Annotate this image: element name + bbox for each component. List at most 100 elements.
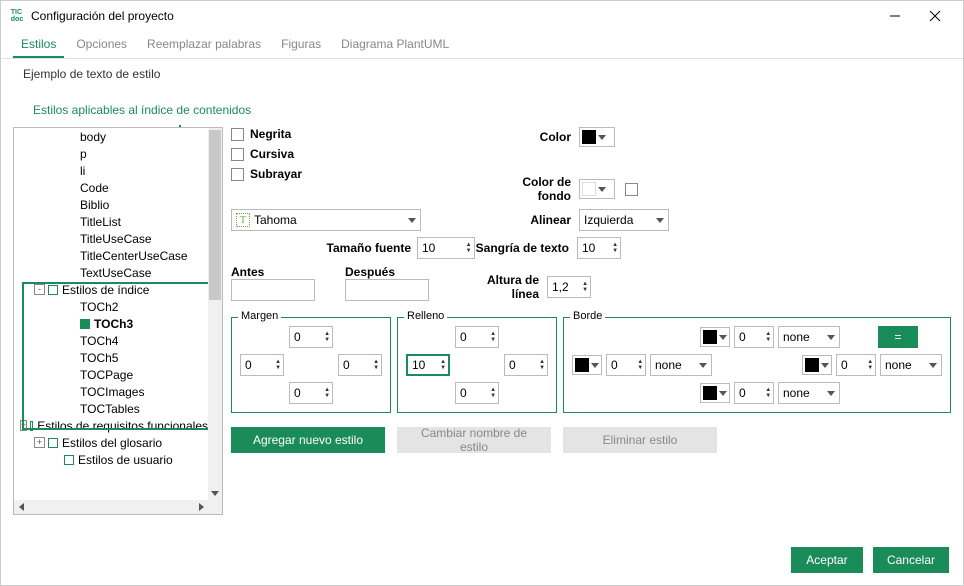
chevron-down-icon: [598, 187, 606, 192]
tab-reemplazar[interactable]: Reemplazar palabras: [139, 31, 269, 58]
border-bottom-color[interactable]: [700, 383, 730, 403]
margin-legend: Margen: [238, 310, 281, 322]
margin-top-spinner[interactable]: ▲▼: [289, 326, 333, 348]
tree-node-label: Biblio: [80, 198, 109, 212]
after-input[interactable]: [345, 279, 429, 301]
tree-row[interactable]: TitleList: [14, 213, 208, 230]
scroll-corner: [208, 500, 222, 514]
tree-row[interactable]: li: [14, 162, 208, 179]
border-equal-button[interactable]: =: [878, 326, 918, 348]
padding-right-spinner[interactable]: ▲▼: [504, 354, 548, 376]
border-bottom-width[interactable]: ▲▼: [734, 382, 774, 404]
tree-row[interactable]: p: [14, 145, 208, 162]
margin-bottom-spinner[interactable]: ▲▼: [289, 382, 333, 404]
tree-node-label: Estilos de requisitos funcionales: [37, 419, 208, 433]
border-fieldset: Borde ▲▼ none = ▲▼: [563, 317, 951, 413]
border-right-width[interactable]: ▲▼: [836, 354, 876, 376]
color-picker[interactable]: [579, 127, 615, 147]
align-value: Izquierda: [584, 213, 633, 227]
tree-row[interactable]: TitleCenterUseCase: [14, 247, 208, 264]
tree-node-label: Estilos del glosario: [62, 436, 162, 450]
cancel-button[interactable]: Cancelar: [873, 547, 949, 573]
border-top-width[interactable]: ▲▼: [734, 326, 774, 348]
scroll-right-icon[interactable]: [194, 500, 208, 514]
style-sample-text: Ejemplo de texto de estilo: [1, 59, 963, 83]
tree-row[interactable]: TitleUseCase: [14, 230, 208, 247]
tree-node-label: li: [80, 164, 85, 178]
tab-opciones[interactable]: Opciones: [68, 31, 135, 58]
border-bottom-style[interactable]: none: [778, 382, 840, 404]
tree-row[interactable]: -Estilos de índice: [14, 281, 208, 298]
padding-fieldset: Relleno ▲▼ ▲▼ ▲▼ ▲▼: [397, 317, 557, 413]
tree-node-icon: [48, 285, 58, 295]
border-right-style[interactable]: none: [880, 354, 942, 376]
margin-left-spinner[interactable]: ▲▼: [240, 354, 284, 376]
bgcolor-enable-checkbox[interactable]: [625, 183, 638, 196]
margin-right-spinner[interactable]: ▲▼: [338, 354, 382, 376]
tree-node-icon: [80, 319, 90, 329]
border-left-width[interactable]: ▲▼: [606, 354, 646, 376]
tree-expander-icon[interactable]: -: [34, 284, 45, 295]
scroll-left-icon[interactable]: [14, 500, 28, 514]
after-label: Después: [345, 265, 429, 279]
tree-row[interactable]: Estilos de usuario: [14, 451, 208, 468]
scrollbar-thumb[interactable]: [209, 130, 221, 300]
lineheight-spinner[interactable]: ▲▼: [547, 276, 591, 298]
tree-row[interactable]: TOCPage: [14, 366, 208, 383]
italic-checkbox[interactable]: [231, 148, 244, 161]
tree-row[interactable]: + Estilos del glosario: [14, 434, 208, 451]
before-label: Antes: [231, 265, 315, 279]
tree-expander-icon[interactable]: +: [20, 420, 27, 431]
tree-row[interactable]: Biblio: [14, 196, 208, 213]
ok-button[interactable]: Aceptar: [791, 547, 863, 573]
fontsize-spinner[interactable]: ▲▼: [417, 237, 475, 259]
font-select[interactable]: T Tahoma: [231, 209, 421, 231]
tab-estilos[interactable]: Estilos: [13, 31, 64, 58]
padding-top-spinner[interactable]: ▲▼: [455, 326, 499, 348]
tabs: Estilos Opciones Reemplazar palabras Fig…: [1, 31, 963, 59]
font-value: Tahoma: [254, 213, 297, 227]
tree-node-label: Estilos de usuario: [78, 453, 173, 467]
tree-node-label: TOCh4: [80, 334, 118, 348]
bold-checkbox[interactable]: [231, 128, 244, 141]
underline-checkbox[interactable]: [231, 168, 244, 181]
minimize-button[interactable]: [875, 1, 915, 31]
tree-row[interactable]: TOCh5: [14, 349, 208, 366]
bgcolor-picker[interactable]: [579, 179, 615, 199]
close-button[interactable]: [915, 1, 955, 31]
tree-row[interactable]: Code: [14, 179, 208, 196]
tree-row[interactable]: TOCh2: [14, 298, 208, 315]
align-select[interactable]: Izquierda: [579, 209, 669, 231]
tree-row[interactable]: TOCImages: [14, 383, 208, 400]
style-tree[interactable]: bodyp li Code Biblio TitleListTitleUseCaseTi…: [13, 127, 223, 515]
rename-style-button[interactable]: Cambiar nombre de estilo: [397, 427, 551, 453]
tree-row[interactable]: TOCh4: [14, 332, 208, 349]
textindent-spinner[interactable]: ▲▼: [577, 237, 621, 259]
tree-horizontal-scrollbar[interactable]: [14, 500, 208, 514]
padding-legend: Relleno: [404, 310, 447, 322]
tree-row[interactable]: TOCTables: [14, 400, 208, 417]
tree-vertical-scrollbar[interactable]: [208, 128, 222, 500]
border-left-style[interactable]: none: [650, 354, 712, 376]
delete-style-button[interactable]: Eliminar estilo: [563, 427, 717, 453]
tab-figuras[interactable]: Figuras: [273, 31, 329, 58]
padding-bottom-spinner[interactable]: ▲▼: [455, 382, 499, 404]
padding-left-spinner[interactable]: ▲▼: [406, 354, 450, 376]
tree-row[interactable]: + Estilos de requisitos funcionales: [14, 417, 208, 434]
before-input[interactable]: [231, 279, 315, 301]
border-right-color[interactable]: [802, 355, 832, 375]
tree-row[interactable]: body: [14, 128, 208, 145]
tree-node-label: Code: [80, 181, 109, 195]
tree-expander-icon[interactable]: +: [34, 437, 45, 448]
tree-row[interactable]: TOCh3: [14, 315, 208, 332]
tree-node-label: TitleList: [80, 215, 121, 229]
border-left-color[interactable]: [572, 355, 602, 375]
border-top-color[interactable]: [700, 327, 730, 347]
align-label: Alinear: [491, 213, 571, 227]
tree-row[interactable]: TextUseCase: [14, 264, 208, 281]
border-top-style[interactable]: none: [778, 326, 840, 348]
tab-plantuml[interactable]: Diagrama PlantUML: [333, 31, 457, 58]
textindent-label: Sangría de texto: [475, 241, 569, 255]
scroll-down-icon[interactable]: [208, 486, 222, 500]
add-style-button[interactable]: Agregar nuevo estilo: [231, 427, 385, 453]
